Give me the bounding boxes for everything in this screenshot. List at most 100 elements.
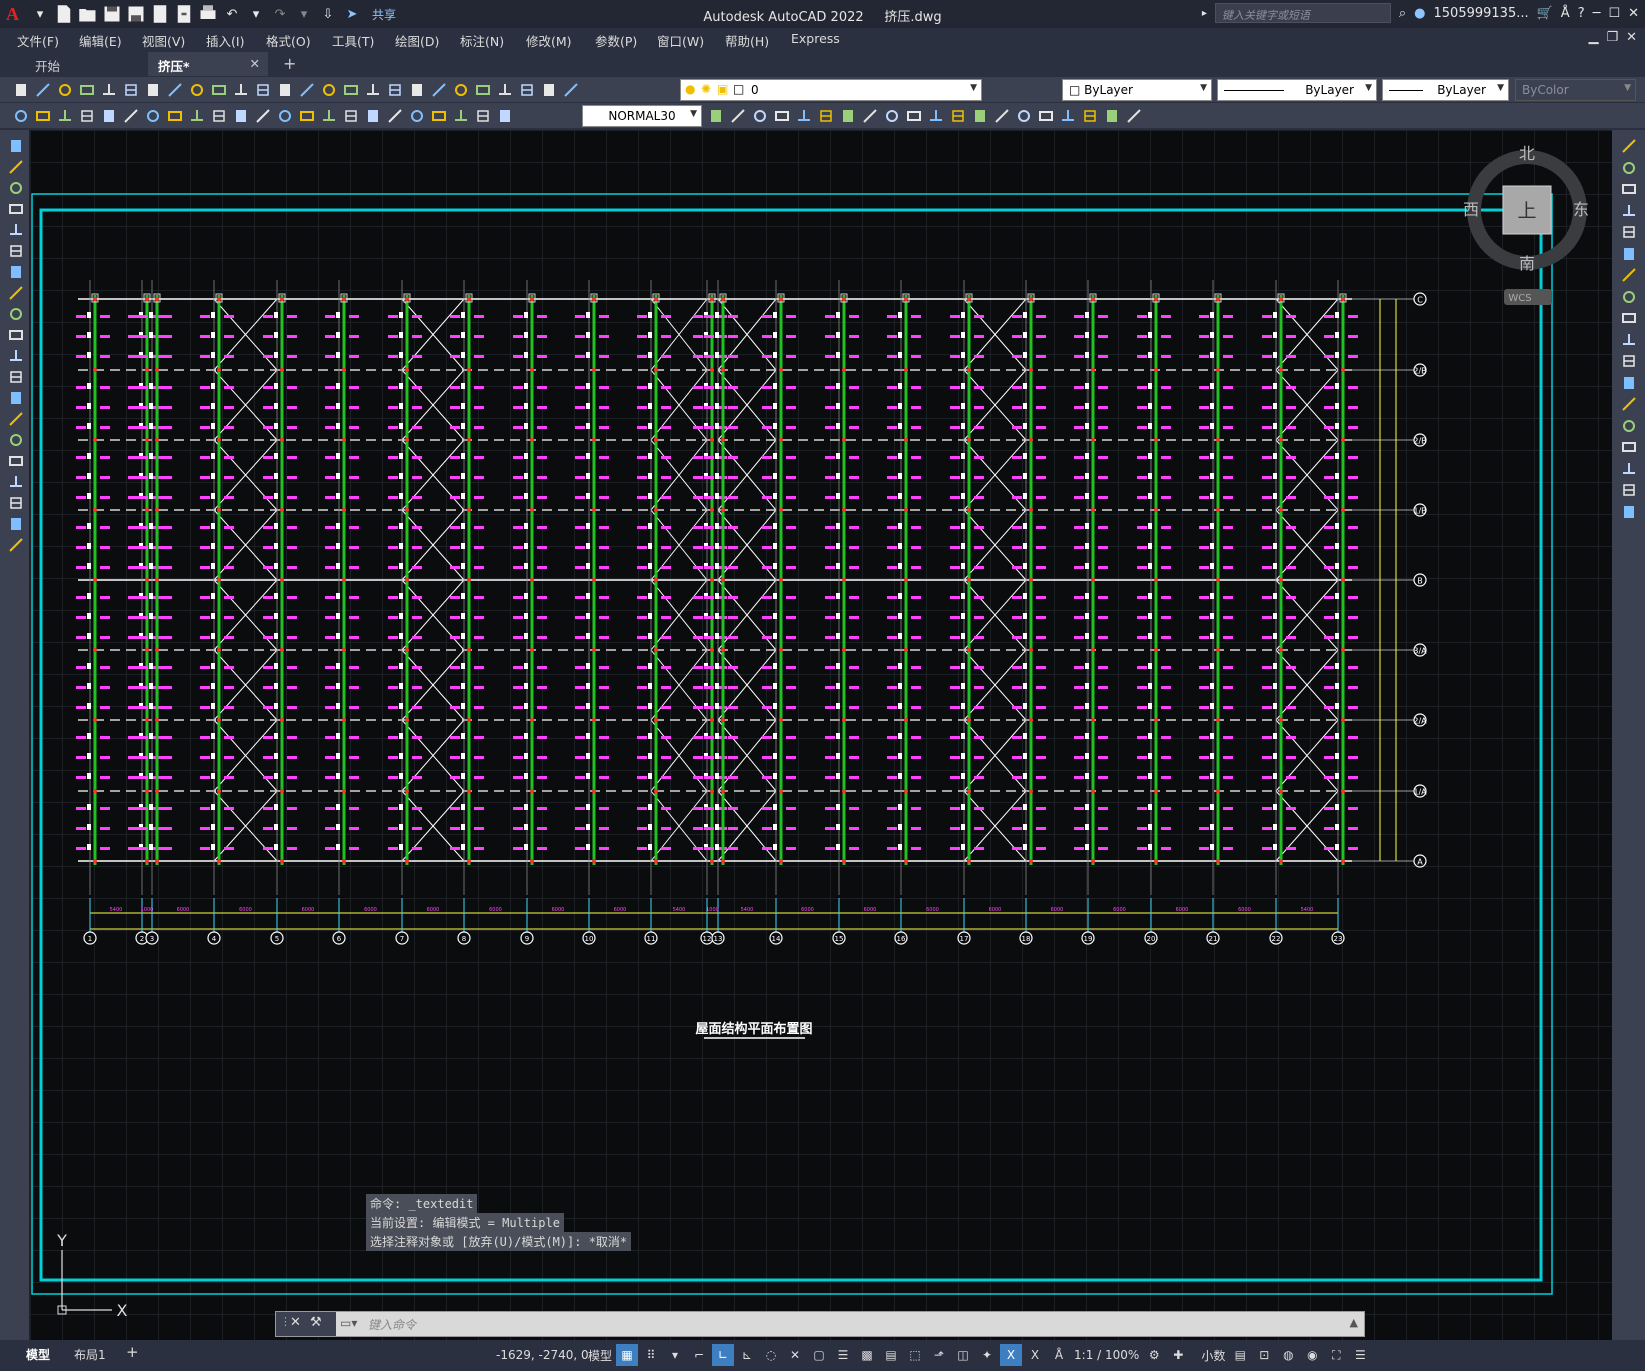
baseline-dim-icon[interactable] bbox=[274, 106, 295, 126]
command-prompt-icon[interactable]: ▭▾ bbox=[340, 1316, 357, 1330]
menu-tools[interactable]: 工具(T) bbox=[332, 31, 374, 50]
group-icon[interactable] bbox=[1079, 106, 1100, 126]
layer-dropdown[interactable]: ● ✺ ▣ □ 0 ▼ bbox=[680, 79, 982, 101]
menu-express[interactable]: Express bbox=[791, 31, 840, 46]
aligned-dim-icon[interactable] bbox=[98, 106, 119, 126]
insert-block-icon[interactable] bbox=[5, 367, 26, 387]
infer-icon[interactable]: ⌐ bbox=[688, 1344, 710, 1366]
zoom-previous-icon[interactable] bbox=[384, 80, 405, 100]
fillet-icon[interactable] bbox=[947, 106, 968, 126]
stretch-icon[interactable] bbox=[815, 106, 836, 126]
linetype-dropdown[interactable]: ByLayer ▼ bbox=[1217, 79, 1377, 101]
gizmo-icon[interactable]: ✦ bbox=[976, 1344, 998, 1366]
extend-tool-icon[interactable] bbox=[1618, 351, 1639, 371]
search-input[interactable]: 键入关键字或短语 bbox=[1214, 3, 1391, 23]
blend-curves-icon[interactable] bbox=[1618, 480, 1639, 500]
break-icon[interactable] bbox=[881, 106, 902, 126]
dimstyle-manager-icon[interactable] bbox=[705, 106, 726, 126]
lineweight-dropdown[interactable]: ByLayer ▼ bbox=[1382, 79, 1509, 101]
autodesk-a360-icon[interactable]: Å bbox=[1561, 6, 1570, 21]
offset-tool-icon[interactable] bbox=[1618, 201, 1639, 221]
draworder-icon[interactable] bbox=[1123, 106, 1144, 126]
save-icon[interactable] bbox=[102, 4, 122, 24]
linear-dim-icon[interactable] bbox=[76, 106, 97, 126]
snap-icon[interactable]: ⠿ bbox=[640, 1344, 662, 1366]
drawing-canvas[interactable]: C 2/B 2/B 1/B B 3/A 2/A 1/A A 5400 1000 6000 6000 600… bbox=[30, 130, 1612, 1340]
lock-ui-icon[interactable]: ⊡ bbox=[1253, 1344, 1275, 1366]
ellipse-icon[interactable] bbox=[5, 325, 26, 345]
hatch-icon[interactable] bbox=[5, 430, 26, 450]
new-file-icon[interactable] bbox=[54, 4, 74, 24]
radius-dim-icon[interactable] bbox=[164, 106, 185, 126]
menu-dimension[interactable]: 标注(N) bbox=[460, 31, 504, 50]
offset-icon[interactable] bbox=[991, 106, 1012, 126]
help-icon[interactable] bbox=[538, 80, 559, 100]
dim-edit-icon[interactable] bbox=[450, 106, 471, 126]
trim-icon[interactable] bbox=[837, 106, 858, 126]
minimize-icon[interactable]: ─ bbox=[1593, 6, 1601, 21]
explode-tool-icon[interactable] bbox=[1618, 502, 1639, 522]
undo-dropdown-icon[interactable]: ▾ bbox=[246, 4, 266, 24]
user-name[interactable]: 1505999135... bbox=[1434, 6, 1529, 21]
quick-dim-icon[interactable] bbox=[252, 106, 273, 126]
layer-isolate-icon[interactable] bbox=[54, 106, 75, 126]
menu-help[interactable]: 帮助(H) bbox=[725, 31, 769, 50]
close-command-icon[interactable]: ✕ bbox=[290, 1315, 301, 1330]
join-icon[interactable] bbox=[903, 106, 924, 126]
isolate-objects-icon[interactable]: ◍ bbox=[1277, 1344, 1299, 1366]
plus-icon[interactable]: ✚ bbox=[1167, 1344, 1189, 1366]
spline-icon[interactable] bbox=[5, 304, 26, 324]
workspace-gear-icon[interactable]: ⚙ bbox=[1143, 1344, 1165, 1366]
cut-icon[interactable] bbox=[164, 80, 185, 100]
annotation-visibility-icon[interactable]: Ⅹ bbox=[1000, 1344, 1023, 1366]
array-icon[interactable] bbox=[969, 106, 990, 126]
menu-draw[interactable]: 绘图(D) bbox=[395, 31, 439, 50]
menu-modify[interactable]: 修改(M) bbox=[526, 31, 572, 50]
color-dropdown[interactable]: □ ByLayer ▼ bbox=[1062, 79, 1212, 101]
chamfer-tool-icon[interactable] bbox=[1618, 437, 1639, 457]
fillet-tool-icon[interactable] bbox=[1618, 459, 1639, 479]
undo-icon[interactable] bbox=[274, 80, 295, 100]
lineweight-icon[interactable]: ☰ bbox=[832, 1344, 854, 1366]
tab-close-icon[interactable]: ✕ bbox=[250, 56, 260, 71]
cart-icon[interactable]: 🛒 bbox=[1537, 6, 1553, 21]
layer-previous-icon[interactable] bbox=[10, 106, 31, 126]
menu-view[interactable]: 视图(V) bbox=[142, 31, 185, 50]
scale-icon[interactable] bbox=[793, 106, 814, 126]
dim-break-icon[interactable] bbox=[340, 106, 361, 126]
command-line[interactable]: ⋮ ✕ ⚒ ▭▾ 键入命令 ▲ bbox=[275, 1311, 1365, 1337]
dropdown-icon[interactable]: ▾ bbox=[664, 1344, 686, 1366]
point-icon[interactable] bbox=[5, 409, 26, 429]
make-block-icon[interactable] bbox=[5, 388, 26, 408]
move-tool-icon[interactable] bbox=[1618, 244, 1639, 264]
dim-text-edit-icon[interactable] bbox=[472, 106, 493, 126]
compass-south-label[interactable]: 南 bbox=[1519, 254, 1535, 273]
3d-osnap-icon[interactable]: ⬚ bbox=[904, 1344, 926, 1366]
copy-icon[interactable] bbox=[186, 80, 207, 100]
tab-document[interactable]: 挤压* ✕ bbox=[148, 52, 268, 76]
quick-calc-icon[interactable] bbox=[516, 80, 537, 100]
open-icon[interactable] bbox=[32, 80, 53, 100]
maximize-icon[interactable]: ☐ bbox=[1608, 6, 1620, 21]
polyline-icon[interactable] bbox=[5, 178, 26, 198]
viewcube[interactable]: 上 北 南 东 西 WCS bbox=[1463, 144, 1589, 305]
redo-dropdown-icon[interactable]: ▾ bbox=[294, 4, 314, 24]
sheet-set-icon[interactable] bbox=[472, 80, 493, 100]
break-tool-icon[interactable] bbox=[1618, 394, 1639, 414]
plot-icon[interactable] bbox=[198, 4, 218, 24]
ellipse-arc-icon[interactable] bbox=[5, 346, 26, 366]
doc-minimize-icon[interactable]: ▁ bbox=[1588, 30, 1598, 45]
mirror-icon[interactable] bbox=[1013, 106, 1034, 126]
paste-icon[interactable] bbox=[208, 80, 229, 100]
publish-icon[interactable] bbox=[120, 80, 141, 100]
units-value[interactable]: 小数 bbox=[1199, 1344, 1227, 1366]
clean-screen-icon[interactable]: ⛶ bbox=[1325, 1344, 1347, 1366]
layer-state-icon[interactable] bbox=[32, 106, 53, 126]
customize-wrench-icon[interactable]: ⚒ bbox=[310, 1315, 322, 1330]
angular-dim-icon[interactable] bbox=[230, 106, 251, 126]
line-icon[interactable] bbox=[5, 136, 26, 156]
add-layout-plus-icon[interactable]: + bbox=[126, 1343, 139, 1361]
menu-edit[interactable]: 编辑(E) bbox=[79, 31, 122, 50]
user-icon[interactable]: ● bbox=[1414, 6, 1425, 21]
compass-east-label[interactable]: 东 bbox=[1573, 200, 1589, 219]
